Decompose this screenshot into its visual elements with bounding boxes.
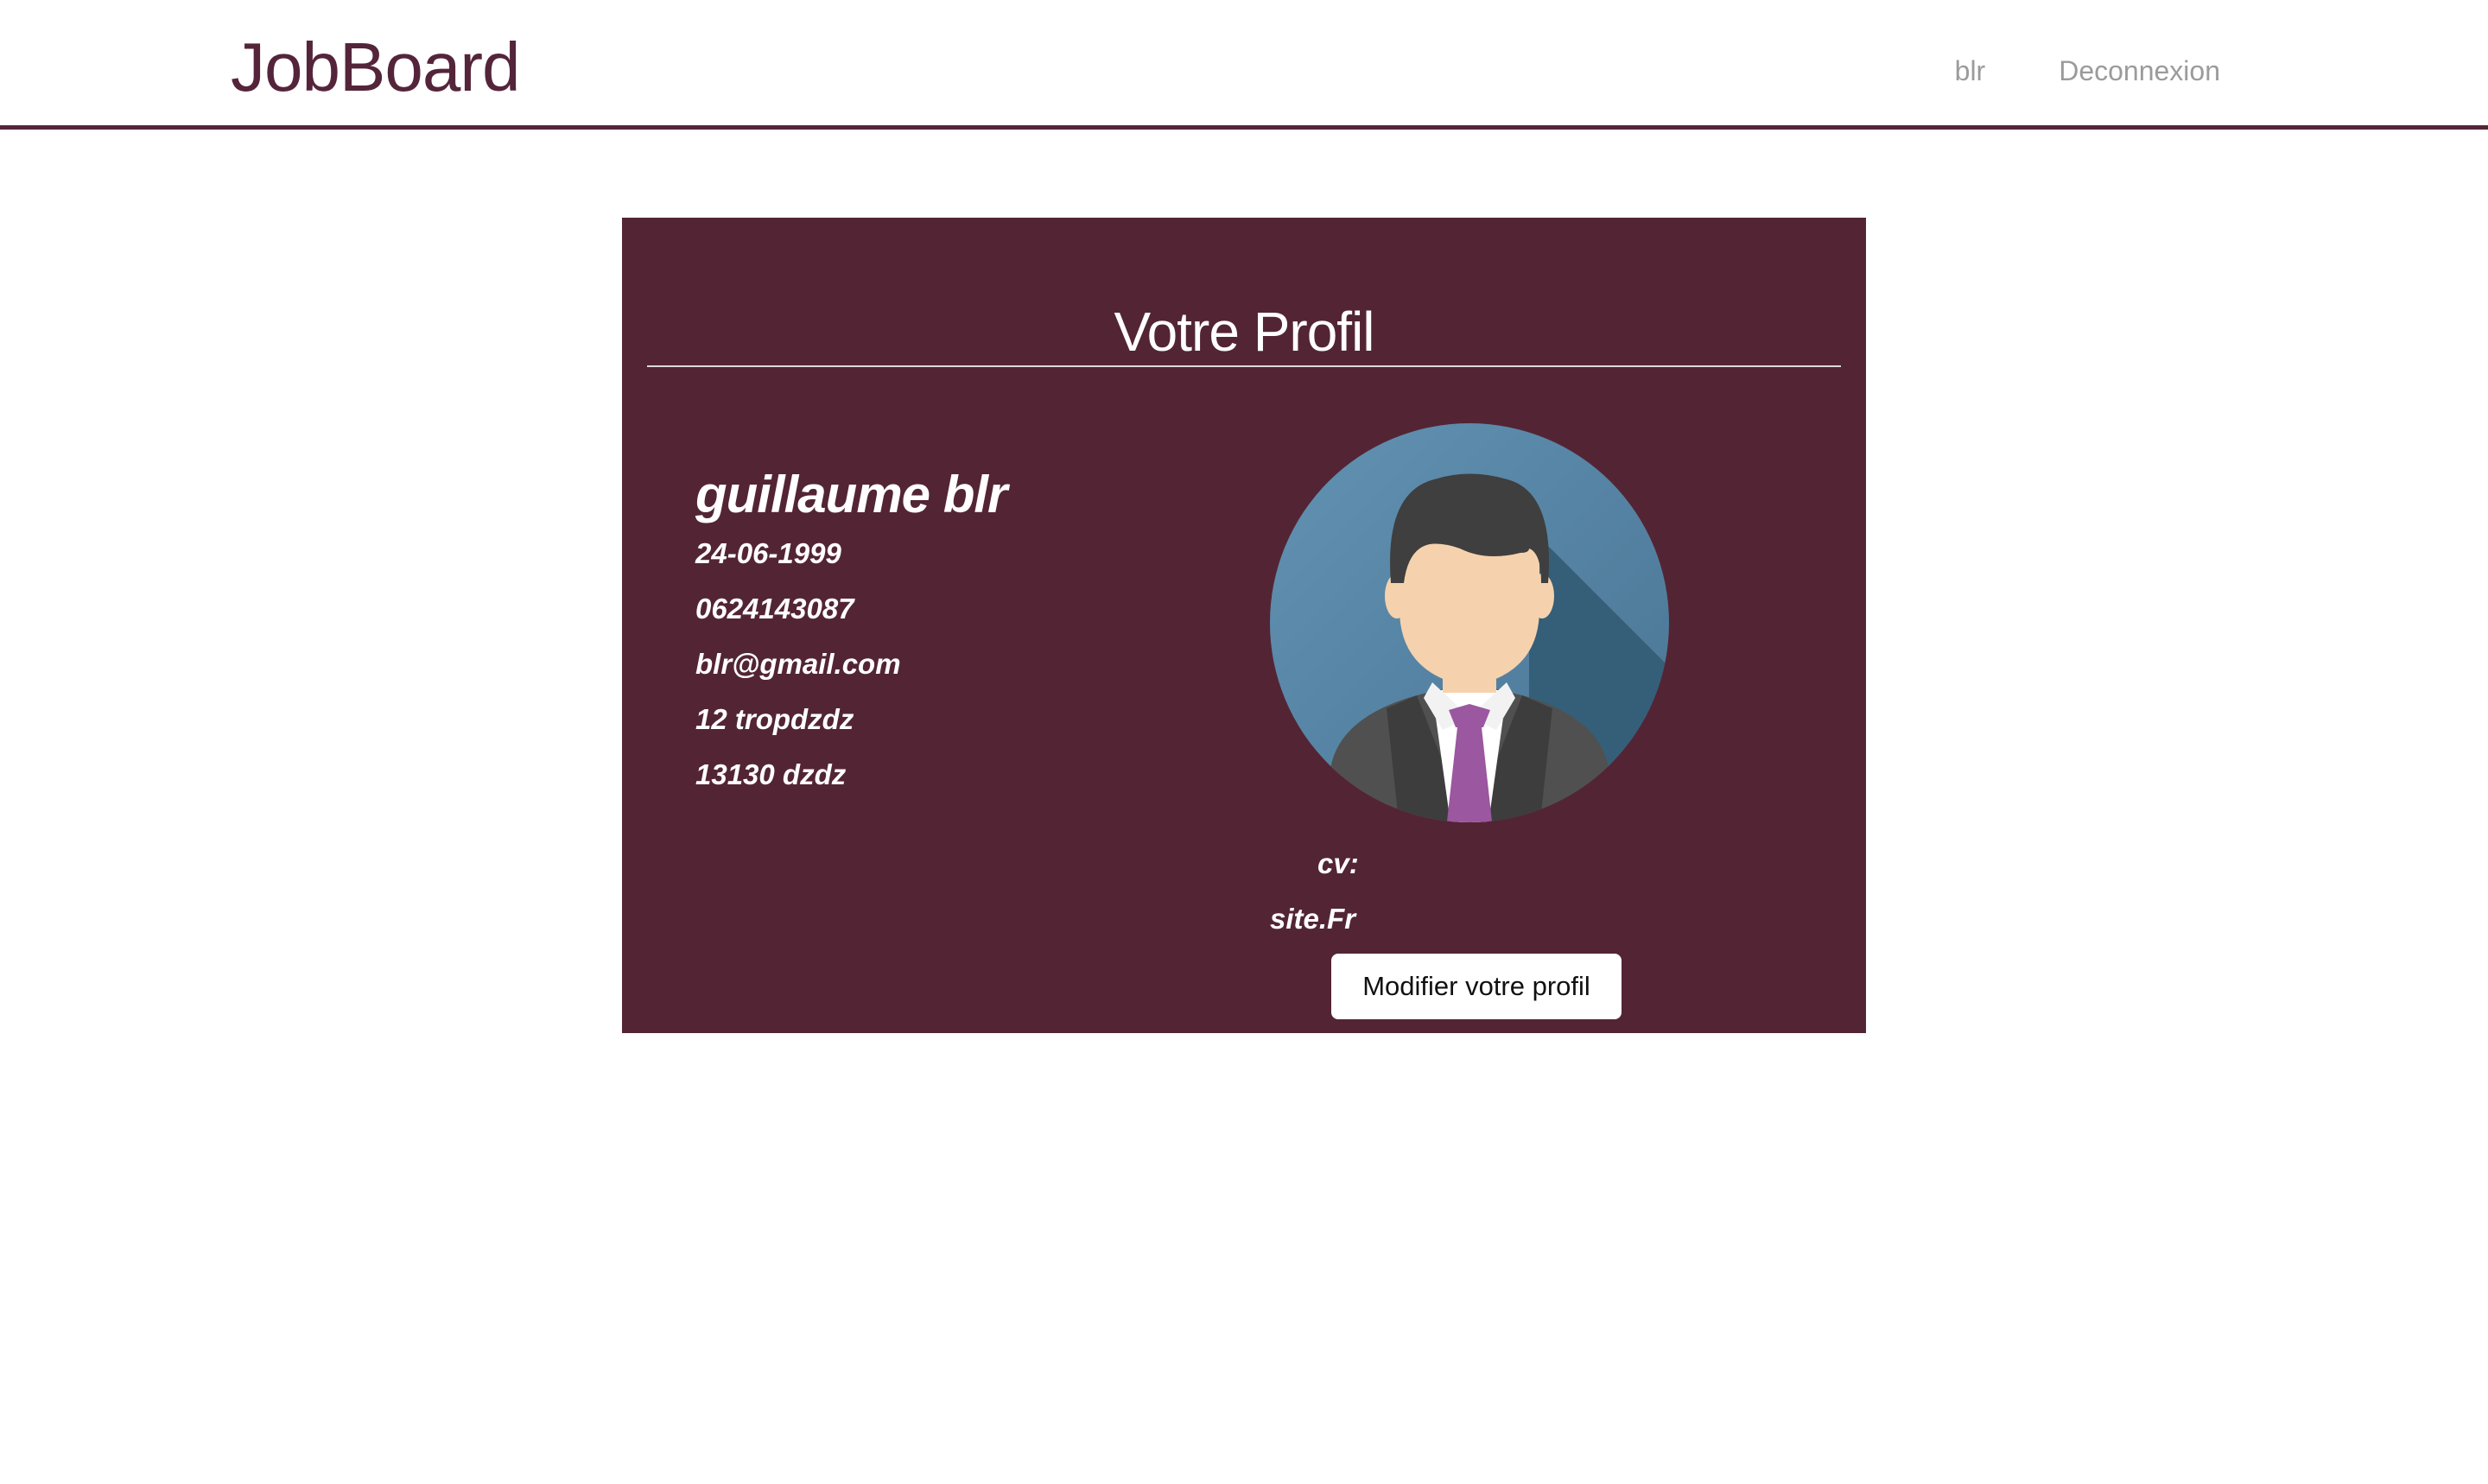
businessman-avatar-icon <box>1270 423 1669 822</box>
cv-value: site.Fr <box>1270 903 1356 935</box>
nav-link-user[interactable]: blr <box>1955 54 1986 88</box>
nav-link-logout[interactable]: Deconnexion <box>2059 54 2220 88</box>
edit-profile-button[interactable]: Modifier votre profil <box>1331 954 1622 1019</box>
profile-phone: 0624143087 <box>695 593 854 625</box>
profile-name: guillaume blr <box>695 466 1007 523</box>
profile-address: 12 tropdzdz <box>695 703 854 735</box>
title-divider <box>647 365 1841 367</box>
brand-logo-link[interactable]: JobBoard <box>231 26 520 109</box>
profile-title: Votre Profil <box>1114 301 1374 363</box>
profile-email: blr@gmail.com <box>695 648 901 680</box>
profile-card: Votre Profil guillaume blr 24-06-1999 06… <box>622 218 1866 1033</box>
nav-links: blr Deconnexion <box>1955 54 2220 88</box>
profile-birthdate: 24-06-1999 <box>695 537 841 569</box>
profile-info: guillaume blr 24-06-1999 0624143087 blr@… <box>695 464 1007 813</box>
top-navbar: JobBoard blr Deconnexion <box>0 0 2488 130</box>
profile-city: 13130 dzdz <box>695 758 847 790</box>
cv-label: cv: <box>1317 847 1359 879</box>
